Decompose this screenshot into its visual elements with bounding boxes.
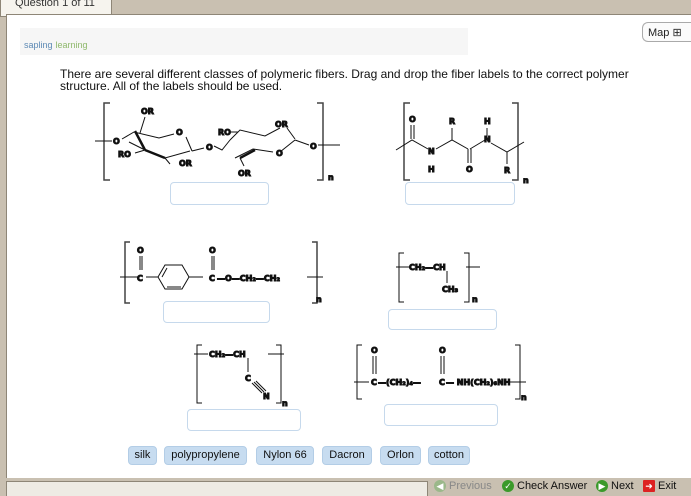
repeat-n: n (328, 173, 334, 182)
pet-structure: O C O C —O—CH₂—CH₂ n (120, 241, 323, 305)
atom-label: C (209, 274, 215, 283)
atom-label: R (449, 117, 455, 126)
polypropylene-structure: CH₂—CH CH₃ n (396, 252, 480, 305)
exit-label: Exit (658, 480, 677, 492)
atom-label: R (504, 166, 510, 175)
repeat-n: n (316, 295, 322, 304)
repeat-n: n (472, 295, 478, 304)
drop-target-polypropylene[interactable] (388, 309, 497, 330)
previous-label: Previous (449, 480, 492, 492)
check-answer-button[interactable]: ✓ Check Answer (502, 480, 587, 492)
atom-label: N (484, 135, 491, 144)
atom-label: O (409, 115, 416, 124)
next-button[interactable]: ▶ Next (596, 480, 634, 492)
repeat-n: n (282, 399, 288, 408)
atom-label: O (113, 137, 120, 146)
orlon-structure: CH₂—CH C N n (194, 344, 289, 409)
atom-label: C (371, 378, 377, 387)
previous-arrow-icon: ◀ (434, 480, 446, 492)
check-label: Check Answer (517, 480, 588, 492)
check-icon: ✓ (502, 480, 514, 492)
chain-label: CH₂—CH (209, 350, 246, 359)
next-arrow-icon: ▶ (596, 480, 608, 492)
atom-label: O (176, 128, 183, 137)
atom-label: RO (118, 150, 131, 159)
polymer-structures: OR O RO OR O O RO OR O OR O n O N H R O … (95, 102, 530, 409)
next-label: Next (611, 480, 634, 492)
drop-target-protein[interactable] (405, 182, 515, 205)
atom-label: C (439, 378, 445, 387)
atom-label: OR (275, 120, 288, 129)
drop-target-cellulose[interactable] (170, 182, 269, 205)
atom-label: N (263, 392, 270, 401)
label-chip-cotton[interactable]: cotton (428, 446, 470, 465)
atom-label: OR (179, 159, 192, 168)
atom-label: C (245, 374, 251, 383)
atom-label: O (276, 149, 283, 158)
drop-target-pet[interactable] (163, 301, 270, 323)
atom-label: OR (238, 169, 251, 178)
repeat-n: n (523, 176, 529, 185)
atom-label: O (209, 246, 216, 255)
exit-button[interactable]: ➜ Exit (643, 480, 676, 492)
label-chip-nylon66[interactable]: Nylon 66 (256, 446, 314, 465)
atom-label: O (439, 346, 446, 355)
atom-label: H (484, 117, 491, 126)
atom-label: O (310, 142, 317, 151)
chain-label: —(CH₂)₄— (378, 378, 421, 387)
atom-label: C (137, 274, 143, 283)
chain-label: — NH(CH₂)₆NH (446, 378, 510, 387)
atom-label: O (137, 246, 144, 255)
label-chip-orlon[interactable]: Orlon (380, 446, 421, 465)
atom-label: H (428, 165, 435, 174)
drop-target-nylon[interactable] (384, 404, 498, 426)
atom-label: RO (218, 128, 231, 137)
atom-label: CH₃ (442, 285, 459, 294)
label-chip-dacron[interactable]: Dacron (322, 446, 372, 465)
exit-door-icon: ➜ (643, 480, 655, 492)
atom-label: N (428, 147, 435, 156)
chain-label: —O—CH₂—CH₂ (217, 274, 280, 283)
drop-target-orlon[interactable] (187, 409, 301, 431)
previous-button[interactable]: ◀ Previous (434, 480, 492, 492)
atom-label: O (371, 346, 378, 355)
protein-structure: O N H R O H N R n (395, 102, 530, 186)
atom-label: O (466, 165, 473, 174)
atom-label: OR (141, 107, 154, 116)
label-chip-polypropylene[interactable]: polypropylene (164, 446, 247, 465)
label-chip-silk[interactable]: silk (128, 446, 157, 465)
atom-label: O (206, 143, 213, 152)
nylon66-structure: O C —(CH₂)₄— O C — NH(CH₂)₆NH n (354, 344, 528, 403)
chain-label: CH₂—CH (409, 263, 446, 272)
cellulose-structure: OR O RO OR O O RO OR O OR O n (95, 102, 340, 183)
repeat-n: n (521, 393, 527, 402)
